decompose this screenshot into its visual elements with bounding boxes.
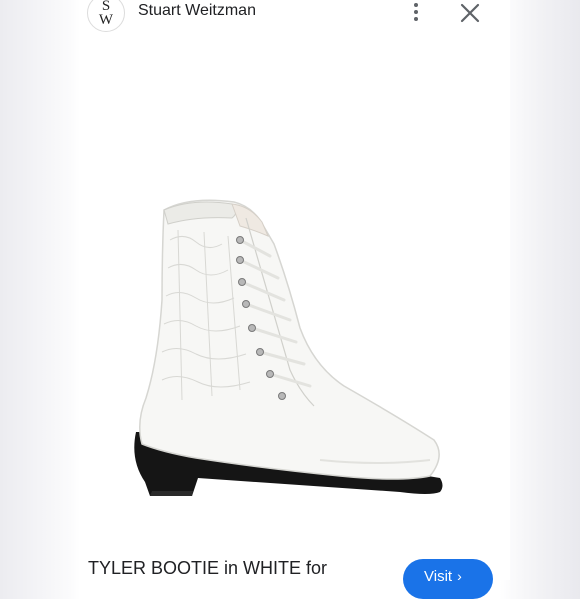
more-vert-icon[interactable] — [407, 0, 425, 26]
product-card: S W Stuart Weitzman TYLER BOOTIE in WHIT… — [80, 0, 510, 599]
heel-edge — [150, 491, 193, 496]
brand-logo[interactable]: S W — [87, 0, 125, 32]
product-title[interactable]: TYLER BOOTIE in WHITE for — [88, 558, 327, 579]
brand-name[interactable]: Stuart Weitzman — [138, 2, 256, 20]
chevron-right-icon: › — [457, 568, 462, 584]
logo-letter-bottom: W — [98, 12, 114, 28]
header: S W Stuart Weitzman — [80, 0, 510, 34]
product-image[interactable] — [100, 160, 510, 540]
visit-button[interactable]: Visit › — [403, 559, 493, 599]
close-icon[interactable] — [458, 1, 482, 25]
visit-label: Visit — [424, 568, 453, 585]
